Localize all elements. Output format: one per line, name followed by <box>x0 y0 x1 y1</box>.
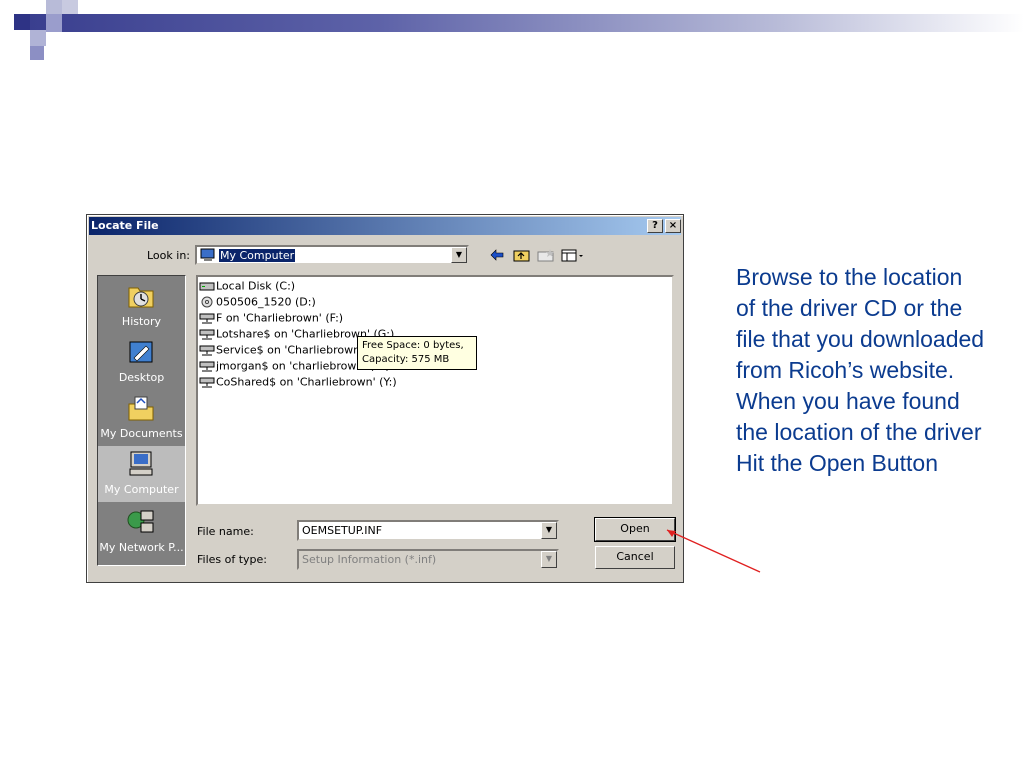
pointer-arrow <box>666 529 761 573</box>
